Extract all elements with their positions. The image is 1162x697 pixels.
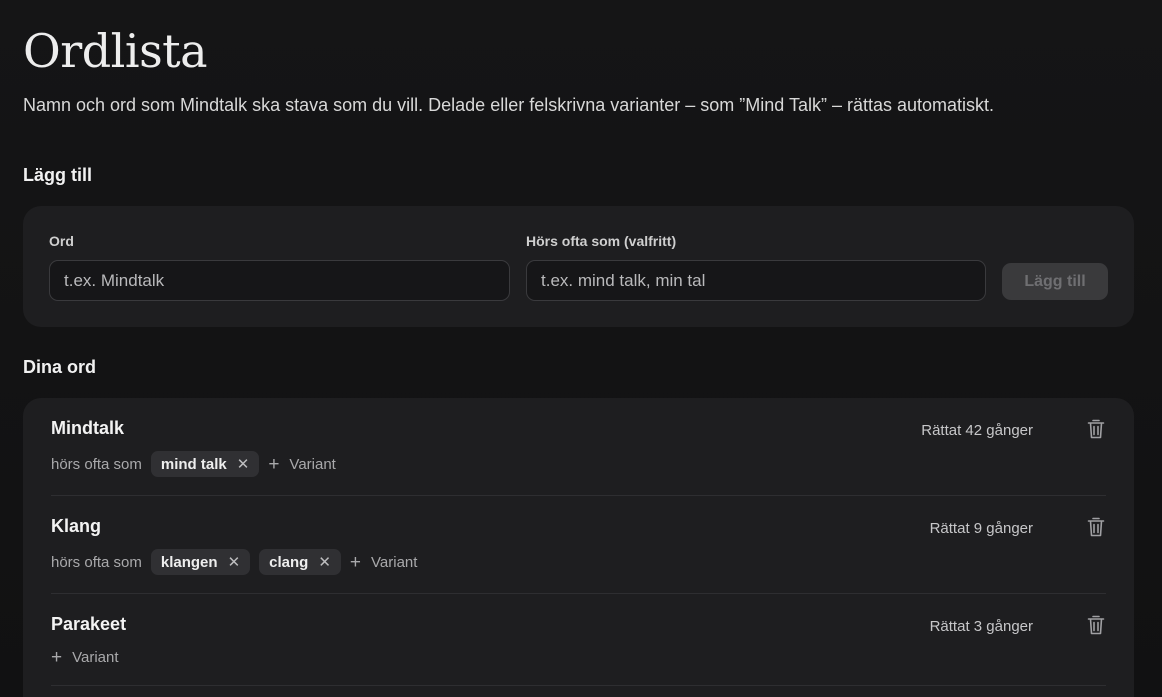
list-item: Klang Rättat 9 gånger hörs ofta som klan… (51, 496, 1106, 594)
add-variant-label: Variant (72, 648, 119, 666)
glossary-page: Ordlista Namn och ord som Mindtalk ska s… (0, 0, 1162, 697)
trash-icon[interactable] (1086, 516, 1106, 538)
word-name: Klang (51, 516, 102, 536)
page-subtitle: Namn och ord som Mindtalk ska stava som … (23, 95, 995, 115)
words-section-heading: Dina ord (23, 357, 97, 377)
heard-as-label: hörs ofta som (51, 455, 142, 473)
heard-as-field-label: Hörs ofta som (valfritt) (526, 233, 677, 249)
variant-chip: clang ✕ (259, 549, 341, 575)
plus-icon: + (268, 453, 280, 475)
close-icon[interactable]: ✕ (228, 553, 241, 571)
plus-icon: + (349, 551, 362, 573)
word-name: Mindtalk (51, 418, 125, 438)
correction-count: Rättat 9 gånger (929, 520, 1033, 537)
add-section-heading: Lägg till (23, 165, 92, 185)
variant-list: + Variant (51, 644, 119, 670)
add-variant-label: Variant (289, 455, 336, 473)
word-field-label: Ord (49, 233, 74, 249)
trash-icon[interactable] (1086, 614, 1106, 636)
heard-as-label: hörs ofta som (51, 553, 142, 571)
trash-icon[interactable] (1086, 418, 1106, 440)
heard-as-input[interactable] (526, 260, 986, 301)
variant-chip: mind talk ✕ (150, 451, 260, 477)
correction-count: Rättat 42 gånger (921, 422, 1033, 439)
plus-icon: + (51, 646, 63, 668)
page-title: Ordlista (23, 24, 208, 78)
add-variant-button[interactable]: + Variant (51, 648, 119, 667)
variant-list: hörs ofta som klangen ✕ clang ✕ + Varian… (51, 549, 417, 575)
add-variant-button[interactable]: + Variant (268, 455, 336, 474)
add-variant-button[interactable]: + Variant (350, 553, 418, 572)
close-icon[interactable]: ✕ (318, 553, 331, 571)
variant-chip: klangen ✕ (150, 549, 251, 575)
add-variant-label: Variant (371, 553, 418, 571)
add-word-button[interactable]: Lägg till (1002, 263, 1108, 300)
variant-label: clang (269, 553, 309, 571)
variant-list: hörs ofta som mind talk ✕ + Variant (51, 451, 336, 477)
word-input[interactable] (49, 260, 510, 301)
correction-count: Rättat 3 gånger (929, 618, 1033, 635)
add-word-card: Ord Hörs ofta som (valfritt) Lägg till (23, 206, 1134, 327)
variant-label: klangen (160, 553, 218, 571)
word-list: Mindtalk Rättat 42 gånger hörs ofta som … (23, 398, 1134, 697)
close-icon[interactable]: ✕ (237, 455, 250, 473)
word-name: Parakeet (51, 614, 127, 634)
list-item: Parakeet Rättat 3 gånger + Variant (51, 594, 1106, 686)
variant-label: mind talk (160, 455, 227, 473)
list-item: Mindtalk Rättat 42 gånger hörs ofta som … (51, 398, 1106, 496)
